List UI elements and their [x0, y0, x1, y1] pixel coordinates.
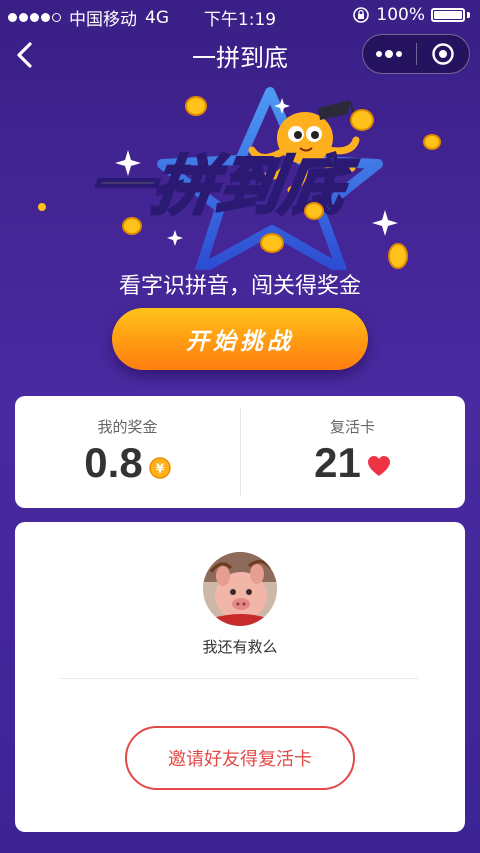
status-right: 100%: [352, 5, 470, 25]
yuan-coin-icon: ¥: [148, 457, 171, 479]
more-button[interactable]: [363, 35, 416, 73]
battery-tip: [467, 12, 470, 18]
reward-value: 0.8: [84, 439, 143, 486]
battery-icon: [431, 8, 465, 22]
stats-card: 我的奖金 0.8 ¥ 复活卡 21: [15, 396, 465, 508]
card-divider: [60, 678, 418, 679]
start-challenge-button[interactable]: 开始挑战: [112, 308, 368, 370]
hero-subtitle: 看字识拼音，闯关得奖金: [118, 274, 361, 299]
revive-stat: 复活卡 21: [240, 396, 465, 508]
reward-label: 我的奖金: [97, 418, 158, 436]
avatar[interactable]: [203, 552, 277, 626]
friend-name: 我还有救么: [202, 638, 278, 656]
orientation-lock-icon: [353, 7, 370, 23]
nav-bar: 一拼到底: [0, 30, 480, 80]
target-close-icon: [432, 43, 454, 65]
reward-value-row: 0.8 ¥: [15, 440, 240, 486]
status-bar: 中国移动 4G 下午1:19 100%: [0, 0, 480, 30]
reward-stat: 我的奖金 0.8 ¥: [15, 396, 240, 508]
game-logo: 一拼到底: [38, 87, 441, 275]
revive-value-row: 21: [240, 440, 465, 486]
revive-label: 复活卡: [329, 418, 375, 436]
revive-value: 21: [314, 439, 361, 486]
more-dots-icon: [376, 50, 403, 58]
close-button[interactable]: [417, 35, 470, 73]
pig-avatar-icon: [203, 552, 277, 626]
heart-icon: [367, 456, 390, 476]
currency-symbol: ¥: [156, 462, 165, 476]
friend-card: 我还有救么 邀请好友得复活卡: [15, 522, 465, 832]
mini-program-capsule: [362, 34, 470, 74]
battery-percent: 100%: [376, 5, 425, 25]
invite-friends-button[interactable]: 邀请好友得复活卡: [125, 726, 355, 790]
